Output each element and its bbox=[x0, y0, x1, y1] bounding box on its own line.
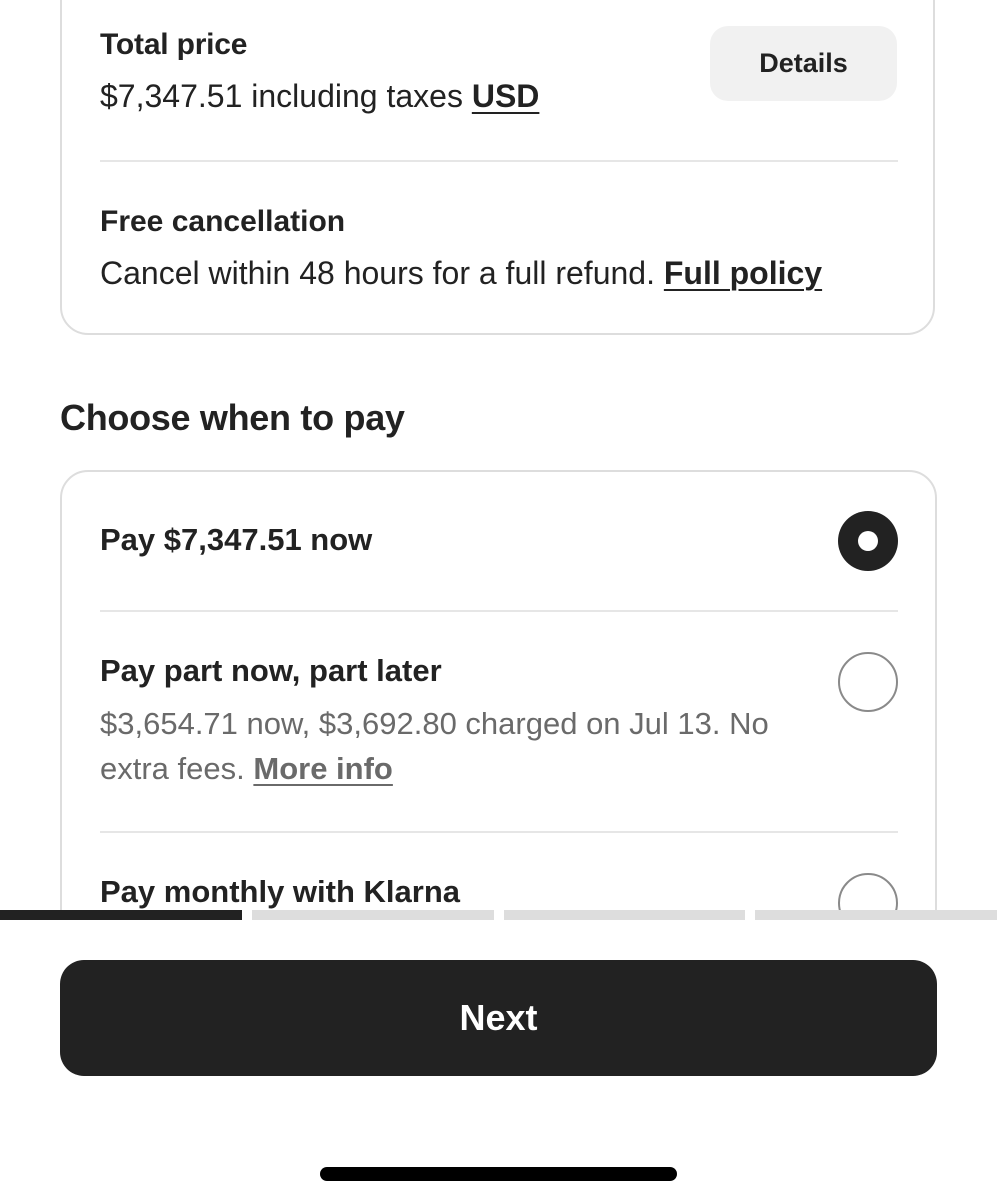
progress-segment bbox=[755, 910, 997, 920]
pay-part-option-title[interactable]: Pay part now, part later bbox=[100, 653, 442, 689]
cancellation-text: Cancel within 48 hours for a full refund… bbox=[100, 255, 655, 291]
step-progress-bar bbox=[0, 910, 997, 920]
progress-segment-fill bbox=[0, 910, 242, 920]
total-price-amount: $7,347.51 including taxes bbox=[100, 78, 463, 114]
free-cancellation-title: Free cancellation bbox=[100, 205, 346, 238]
total-price-title: Total price bbox=[100, 28, 248, 61]
pay-part-radio[interactable] bbox=[838, 652, 898, 712]
choose-when-to-pay-heading: Choose when to pay bbox=[60, 397, 405, 438]
pay-now-radio[interactable] bbox=[838, 511, 898, 571]
details-button[interactable]: Details bbox=[710, 26, 897, 101]
pay-part-option-description: $3,654.71 now, $3,692.80 charged on Jul … bbox=[100, 701, 820, 791]
klarna-option-title[interactable]: Pay monthly with Klarna bbox=[100, 874, 460, 910]
cancellation-text-line: Cancel within 48 hours for a full refund… bbox=[100, 255, 822, 292]
home-indicator bbox=[320, 1167, 677, 1181]
currency-link[interactable]: USD bbox=[472, 78, 540, 114]
pay-now-option-title[interactable]: Pay $7,347.51 now bbox=[100, 522, 372, 558]
full-policy-link[interactable]: Full policy bbox=[664, 255, 822, 291]
price-divider bbox=[100, 160, 898, 162]
more-info-link[interactable]: More info bbox=[253, 751, 393, 786]
option-divider-2 bbox=[100, 831, 898, 833]
pay-part-description-text: $3,654.71 now, $3,692.80 charged on Jul … bbox=[100, 706, 769, 786]
footer-bar: Next bbox=[0, 910, 997, 1200]
progress-segment bbox=[503, 910, 746, 920]
progress-segment bbox=[0, 910, 242, 920]
progress-segment bbox=[251, 910, 494, 920]
total-price-line: $7,347.51 including taxes USD bbox=[100, 78, 539, 115]
option-divider-1 bbox=[100, 610, 898, 612]
next-button[interactable]: Next bbox=[60, 960, 937, 1076]
